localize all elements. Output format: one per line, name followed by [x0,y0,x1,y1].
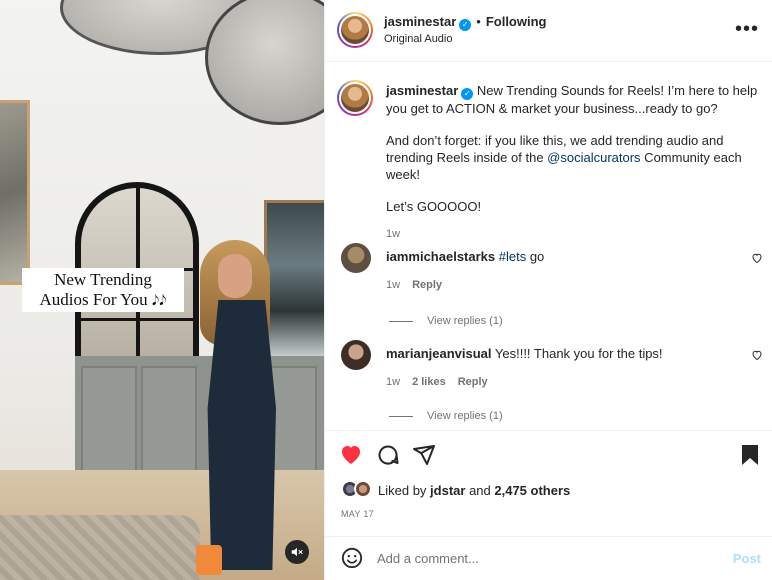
more-options-icon[interactable]: ••• [735,18,759,41]
comment-time[interactable]: 1w [386,279,400,291]
overlay-caption-line1: New Trending [54,270,152,289]
comment-text: iammichaelstarks #lets go [386,248,726,265]
likes-middle: and [465,483,495,498]
liker-avatar[interactable] [354,480,372,498]
speaker-muted-icon[interactable] [285,540,309,564]
comment-hashtag[interactable]: #lets [499,249,526,264]
comment-username[interactable]: iammichaelstarks [386,249,495,264]
comment-icon[interactable] [376,443,400,470]
wall-painting [0,100,30,285]
commenter-avatar[interactable] [341,340,371,370]
post-caption: jasminestar ✓ New Trending Sounds for Ree… [386,82,766,243]
comment-like-heart-icon[interactable] [751,252,763,267]
verified-badge-icon: ✓ [459,19,472,31]
comment-body: Yes!!!! Thank you for the tips! [494,346,663,361]
commenter-avatar[interactable] [341,243,371,273]
caption-line3: Let’s GOOOOO! [386,199,482,214]
header-username[interactable]: jasminestar [384,14,456,29]
comment-reply-button[interactable]: Reply [458,376,488,388]
liker-username[interactable]: jdstar [430,483,465,498]
comment-composer: Post [325,536,772,580]
post-button[interactable]: Post [733,551,761,566]
bookmark-icon[interactable] [739,443,761,470]
comment-username[interactable]: marianjeanvisual [386,346,492,361]
likes-prefix: Liked by [378,483,431,498]
action-bar [325,430,772,476]
rug [0,515,200,580]
following-button[interactable]: Following [486,14,547,29]
likes-count[interactable]: 2,475 others [494,483,570,498]
overlay-caption-line2: Audios For You [39,290,148,309]
post-header: jasminestar ✓ • Following Original Audio ••… [325,0,772,62]
comment-like-heart-icon[interactable] [751,349,763,364]
music-notes-icon: 𝅘𝅥𝅮𝅘𝅥𝅮 [151,294,167,309]
pendant-lamp [205,0,324,125]
comment-meta: 1w 2 likes Reply [386,376,500,388]
comment-meta: 1w Reply [386,279,454,291]
avatar[interactable] [337,12,373,48]
verified-badge-icon: ✓ [461,88,474,100]
emoji-icon[interactable] [341,547,363,572]
view-replies-button[interactable]: View replies (1) [389,410,503,422]
comment-reply-button[interactable]: Reply [412,279,442,291]
comment-input[interactable] [377,548,717,568]
caption-avatar[interactable] [337,80,373,116]
separator-dot: • [476,14,481,29]
caption-time[interactable]: 1w [386,228,400,240]
comment-likes-count[interactable]: 2 likes [412,376,446,388]
comment-time[interactable]: 1w [386,376,400,388]
comment-body: go [526,249,545,264]
comment-text: marianjeanvisual Yes!!!! Thank you for t… [386,345,726,362]
comments-area[interactable]: jasminestar ✓ New Trending Sounds for Ree… [325,62,772,430]
post-details: jasminestar ✓ • Following Original Audio ••… [324,0,772,580]
view-replies-button[interactable]: View replies (1) [389,315,503,327]
view-replies-label: View replies (1) [427,410,503,422]
share-icon[interactable] [412,443,436,470]
view-replies-label: View replies (1) [427,315,503,327]
reel-media[interactable]: New Trending Audios For You 𝅘𝅥𝅮𝅘𝅥𝅮 [0,0,324,580]
mention-link[interactable]: @socialcurators [547,150,640,165]
overlay-caption: New Trending Audios For You 𝅘𝅥𝅮𝅘𝅥𝅮 [22,268,184,312]
audio-label[interactable]: Original Audio [384,33,453,45]
post-date[interactable]: MAY 17 [341,509,374,519]
caption-username[interactable]: jasminestar [386,83,458,98]
person [190,240,300,580]
heart-icon[interactable] [339,443,363,470]
